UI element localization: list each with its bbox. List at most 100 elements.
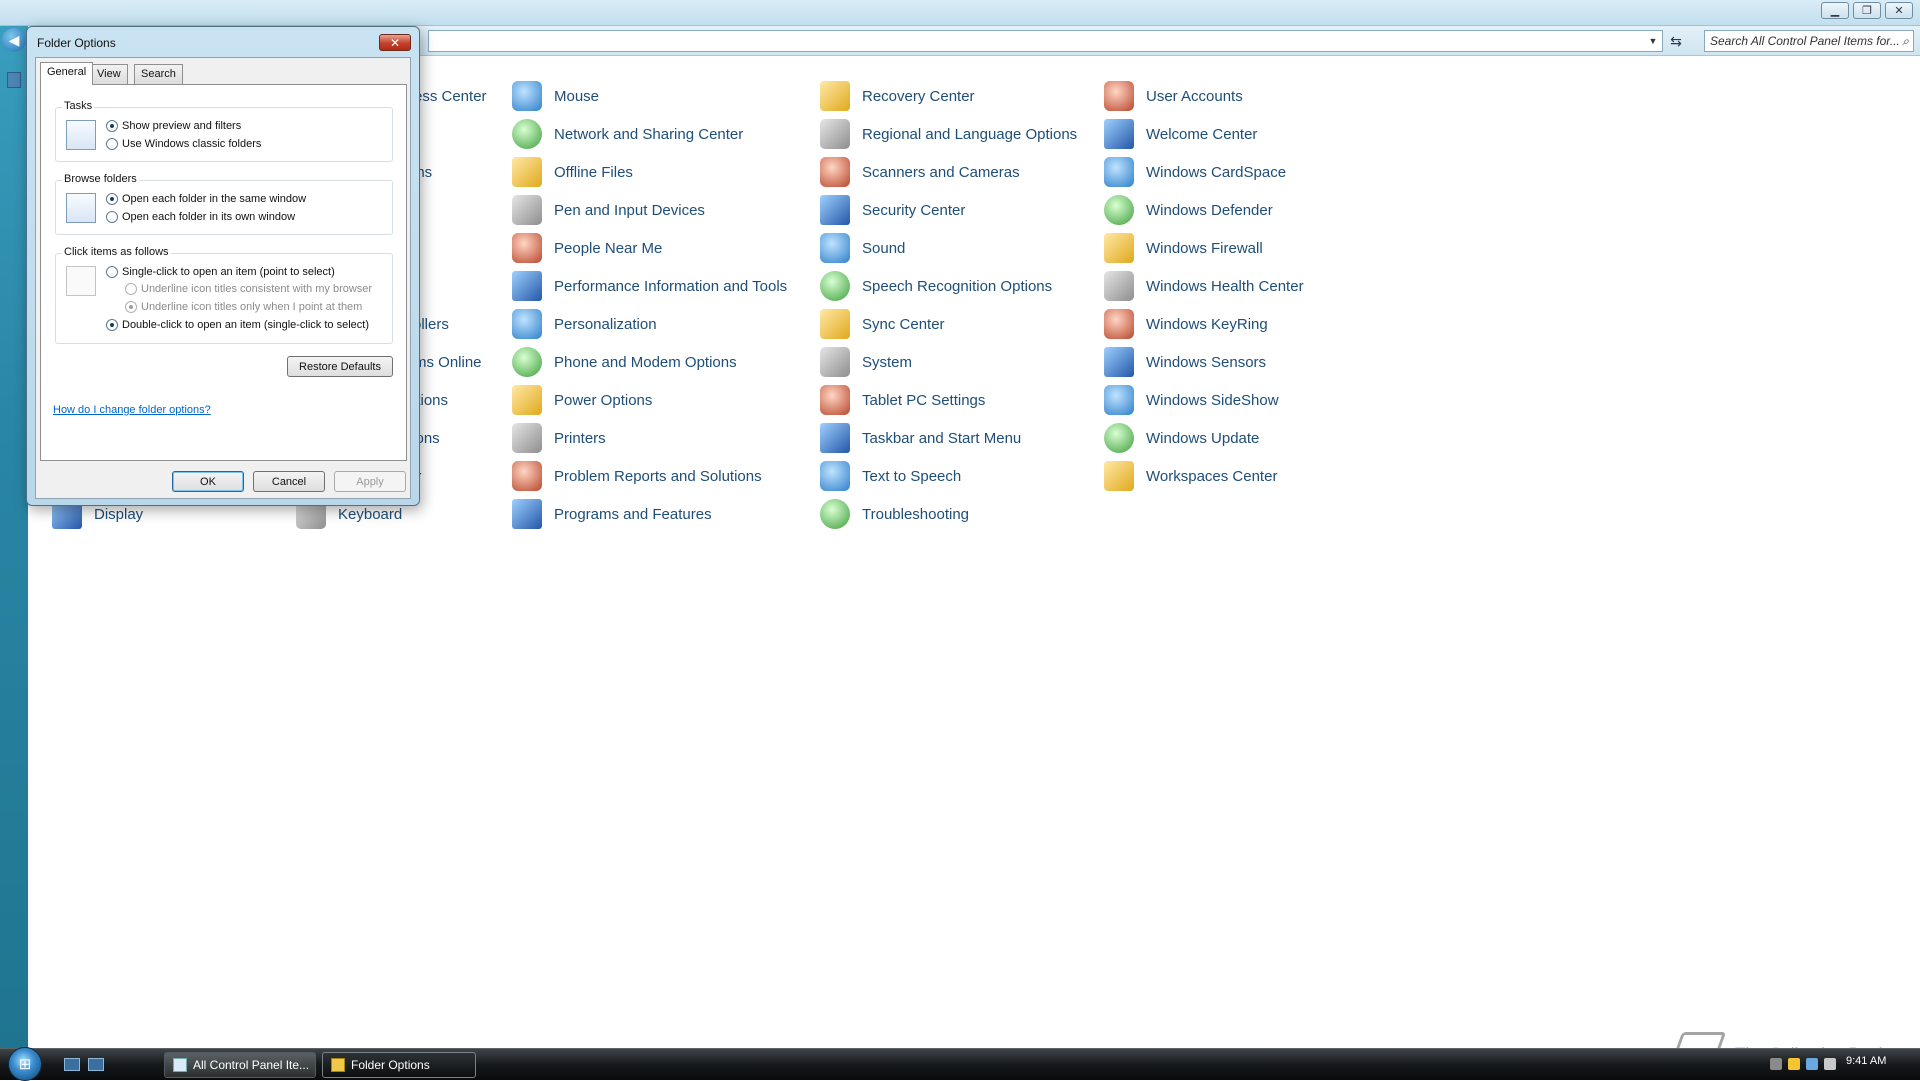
cp-item-windows-sensors[interactable]: Windows Sensors — [1104, 347, 1266, 377]
cp-item-sound[interactable]: Sound — [820, 233, 905, 263]
restore-defaults-button[interactable]: Restore Defaults — [287, 356, 393, 377]
cp-item-user-accounts[interactable]: User Accounts — [1104, 81, 1243, 111]
radio-button[interactable] — [106, 138, 118, 150]
cp-item-scanners-and-cameras[interactable]: Scanners and Cameras — [820, 157, 1020, 187]
taskbar-item-control-panel[interactable]: All Control Panel Ite... — [164, 1052, 316, 1078]
cp-item-programs-and-features[interactable]: Programs and Features — [512, 499, 712, 529]
cp-item-windows-sideshow[interactable]: Windows SideShow — [1104, 385, 1279, 415]
speech-recognition-options-icon — [820, 271, 850, 301]
cp-item-printers[interactable]: Printers — [512, 423, 606, 453]
cp-item-workspaces-center[interactable]: Workspaces Center — [1104, 461, 1277, 491]
radio-button[interactable] — [125, 283, 137, 295]
cp-item-label: Keyboard — [338, 505, 403, 523]
cp-item-troubleshooting[interactable]: Troubleshooting — [820, 499, 969, 529]
tab-view[interactable]: View — [90, 64, 128, 84]
clock[interactable]: 9:41 AM — [1846, 1055, 1886, 1067]
cp-item-windows-health-center[interactable]: Windows Health Center — [1104, 271, 1304, 301]
radio-button-selected[interactable] — [106, 193, 118, 205]
cp-item-windows-firewall[interactable]: Windows Firewall — [1104, 233, 1263, 263]
cp-item-speech-recognition-options[interactable]: Speech Recognition Options — [820, 271, 1052, 301]
cp-item-label: Display — [94, 505, 144, 523]
cp-item-pen-and-input-devices[interactable]: Pen and Input Devices — [512, 195, 705, 225]
radio-same-window[interactable]: Open each folder in the same window — [106, 193, 306, 205]
radio-label: Underline icon titles only when I point … — [141, 301, 363, 313]
chevron-down-icon[interactable]: ▼ — [1646, 33, 1660, 49]
tab-general[interactable]: General — [40, 62, 94, 85]
show-desktop-icon[interactable] — [64, 1058, 80, 1071]
system-tray — [1770, 1058, 1836, 1070]
cp-item-phone-and-modem-options[interactable]: Phone and Modem Options — [512, 347, 737, 377]
radio-double-click[interactable]: Double-click to open an item (single-cli… — [106, 319, 369, 331]
minimize-button[interactable]: ▁ — [1821, 2, 1849, 19]
cp-item-label: Offline Files — [554, 163, 633, 181]
switch-windows-icon[interactable] — [88, 1058, 104, 1071]
radio-underline-point[interactable]: Underline icon titles only when I point … — [125, 301, 362, 313]
radio-own-window[interactable]: Open each folder in its own window — [106, 211, 295, 223]
taskbar-item-folder-options[interactable]: Folder Options — [322, 1052, 476, 1078]
network-and-sharing-center-icon — [512, 119, 542, 149]
cp-item-ess-center[interactable]: ess Center — [414, 81, 487, 111]
address-field[interactable]: ▼ — [428, 30, 1663, 52]
tab-search[interactable]: Search — [134, 64, 183, 84]
welcome-center-icon — [1104, 119, 1134, 149]
cp-item-sync-center[interactable]: Sync Center — [820, 309, 945, 339]
tablet-pc-settings-icon — [820, 385, 850, 415]
search-input[interactable]: Search All Control Panel Items for... ⌕ — [1704, 30, 1914, 52]
cp-item-label: ms Online — [414, 353, 482, 371]
cp-item-label: Recovery Center — [862, 87, 975, 105]
control-panel-icon — [173, 1058, 187, 1072]
network-icon[interactable] — [1806, 1058, 1818, 1070]
cp-item-windows-defender[interactable]: Windows Defender — [1104, 195, 1273, 225]
help-link[interactable]: How do I change folder options? — [53, 404, 211, 416]
cp-item-label: Printers — [554, 429, 606, 447]
volume-icon[interactable] — [1824, 1058, 1836, 1070]
cp-item-people-near-me[interactable]: People Near Me — [512, 233, 662, 263]
cancel-button[interactable]: Cancel — [253, 471, 325, 492]
cp-item-problem-reports-and-solutions[interactable]: Problem Reports and Solutions — [512, 461, 762, 491]
cp-item-label: Problem Reports and Solutions — [554, 467, 762, 485]
radio-show-preview[interactable]: Show preview and filters — [106, 120, 241, 132]
show-hidden-icons-icon[interactable] — [1770, 1058, 1782, 1070]
ok-button[interactable]: OK — [172, 471, 244, 492]
cp-item-tablet-pc-settings[interactable]: Tablet PC Settings — [820, 385, 985, 415]
cp-item-performance-information-and-tools[interactable]: Performance Information and Tools — [512, 271, 787, 301]
cp-item-windows-update[interactable]: Windows Update — [1104, 423, 1259, 453]
radio-underline-browser[interactable]: Underline icon titles consistent with my… — [125, 283, 372, 295]
cp-item-welcome-center[interactable]: Welcome Center — [1104, 119, 1257, 149]
radio-button-selected[interactable] — [125, 301, 137, 313]
cp-item-personalization[interactable]: Personalization — [512, 309, 657, 339]
cp-item-system[interactable]: System — [820, 347, 912, 377]
start-button[interactable]: ⊞ — [8, 1047, 42, 1081]
cp-item-windows-cardspace[interactable]: Windows CardSpace — [1104, 157, 1286, 187]
radio-button-selected[interactable] — [106, 319, 118, 331]
apply-button[interactable]: Apply — [334, 471, 406, 492]
cp-item-label: Text to Speech — [862, 467, 962, 485]
cp-item-recovery-center[interactable]: Recovery Center — [820, 81, 975, 111]
radio-button[interactable] — [106, 211, 118, 223]
cp-item-regional-and-language-options[interactable]: Regional and Language Options — [820, 119, 1077, 149]
search-icon[interactable]: ⌕ — [1902, 34, 1909, 49]
radio-single-click[interactable]: Single-click to open an item (point to s… — [106, 266, 335, 278]
radio-button[interactable] — [106, 266, 118, 278]
window-close-button[interactable]: ✕ — [1885, 2, 1913, 19]
recovery-center-icon — [820, 81, 850, 111]
cp-item-mouse[interactable]: Mouse — [512, 81, 599, 111]
cp-item-power-options[interactable]: Power Options — [512, 385, 652, 415]
folder-options-dialog: Folder Options ✕ General View Search Tas… — [26, 26, 420, 506]
cp-item-text-to-speech[interactable]: Text to Speech — [820, 461, 961, 491]
security-shield-icon[interactable] — [1788, 1058, 1800, 1070]
cp-item-taskbar-and-start-menu[interactable]: Taskbar and Start Menu — [820, 423, 1021, 453]
cp-item-ms-online[interactable]: ms Online — [414, 347, 482, 377]
cp-item-security-center[interactable]: Security Center — [820, 195, 965, 225]
refresh-icon[interactable]: ⇆ — [1665, 30, 1687, 52]
radio-classic-folders[interactable]: Use Windows classic folders — [106, 138, 261, 150]
dialog-close-button[interactable]: ✕ — [379, 34, 411, 51]
cp-item-windows-keyring[interactable]: Windows KeyRing — [1104, 309, 1268, 339]
cp-item-offline-files[interactable]: Offline Files — [512, 157, 633, 187]
mouse-icon — [512, 81, 542, 111]
problem-reports-and-solutions-icon — [512, 461, 542, 491]
back-button[interactable]: ◀ — [2, 28, 26, 52]
radio-button-selected[interactable] — [106, 120, 118, 132]
cp-item-network-and-sharing-center[interactable]: Network and Sharing Center — [512, 119, 743, 149]
maximize-button[interactable]: ❐ — [1853, 2, 1881, 19]
